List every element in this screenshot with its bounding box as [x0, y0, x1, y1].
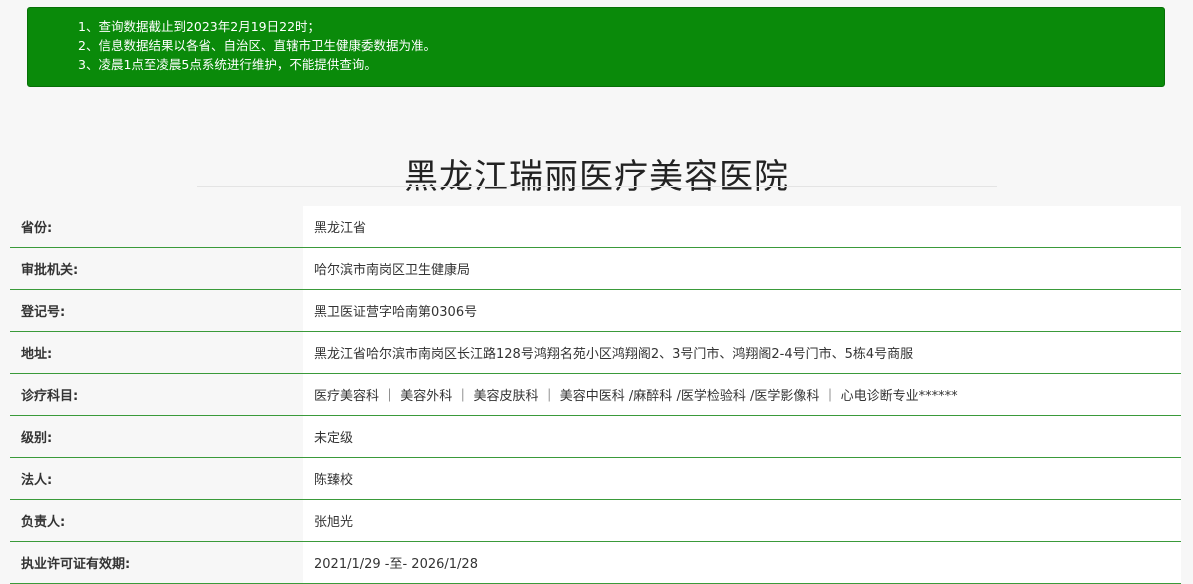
- row-label: 审批机关:: [21, 263, 79, 278]
- row-value: 未定级: [303, 416, 1181, 457]
- row-value: 哈尔滨市南岗区卫生健康局: [303, 248, 1181, 289]
- notice-item: 3、凌晨1点至凌晨5点系统进行维护，不能提供查询。: [78, 57, 377, 72]
- row-value: 黑龙江省哈尔滨市南岗区长江路128号鸿翔名苑小区鸿翔阁2、3号门市、鸿翔阁2-4…: [303, 332, 1181, 373]
- notice-banner: 1、查询数据截止到2023年2月19日22时； 2、信息数据结果以各省、自治区、…: [27, 7, 1165, 87]
- notice-item: 1、查询数据截止到2023年2月19日22时；: [78, 19, 321, 34]
- info-row-license-validity: 执业许可证有效期: 2021/1/29 -至- 2026/1/28: [10, 542, 1181, 584]
- row-label: 登记号:: [21, 305, 66, 320]
- row-value: 医疗美容科 ｜ 美容外科 ｜ 美容皮肤科 ｜ 美容中医科 /麻醉科 /医学检验科…: [303, 374, 1181, 415]
- row-value: 2021/1/29 -至- 2026/1/28: [303, 542, 1181, 583]
- row-label: 负责人:: [21, 515, 66, 530]
- row-label: 地址:: [21, 347, 53, 362]
- row-label: 执业许可证有效期:: [21, 557, 131, 572]
- row-value: 黑龙江省: [303, 206, 1181, 247]
- info-row-province: 省份: 黑龙江省: [10, 206, 1181, 248]
- title-divider: [197, 186, 997, 187]
- info-table: 省份: 黑龙江省 审批机关: 哈尔滨市南岗区卫生健康局 登记号: 黑卫医证营字哈…: [10, 206, 1181, 584]
- notice-list: 1、查询数据截止到2023年2月19日22时； 2、信息数据结果以各省、自治区、…: [28, 8, 1164, 74]
- info-row-registration-number: 登记号: 黑卫医证营字哈南第0306号: [10, 290, 1181, 332]
- info-row-address: 地址: 黑龙江省哈尔滨市南岗区长江路128号鸿翔名苑小区鸿翔阁2、3号门市、鸿翔…: [10, 332, 1181, 374]
- row-label: 法人:: [21, 473, 53, 488]
- info-row-departments: 诊疗科目: 医疗美容科 ｜ 美容外科 ｜ 美容皮肤科 ｜ 美容中医科 /麻醉科 …: [10, 374, 1181, 416]
- hospital-title: 黑龙江瑞丽医疗美容医院: [404, 156, 789, 197]
- info-row-person-in-charge: 负责人: 张旭光: [10, 500, 1181, 542]
- row-value: 张旭光: [303, 500, 1181, 541]
- row-value: 黑卫医证营字哈南第0306号: [303, 290, 1181, 331]
- row-label: 省份:: [21, 221, 53, 236]
- notice-item: 2、信息数据结果以各省、自治区、直辖市卫生健康委数据为准。: [78, 38, 436, 53]
- row-label: 诊疗科目:: [21, 389, 79, 404]
- info-row-approval-authority: 审批机关: 哈尔滨市南岗区卫生健康局: [10, 248, 1181, 290]
- info-row-legal-person: 法人: 陈臻校: [10, 458, 1181, 500]
- row-label: 级别:: [21, 431, 53, 446]
- info-row-level: 级别: 未定级: [10, 416, 1181, 458]
- row-value: 陈臻校: [303, 458, 1181, 499]
